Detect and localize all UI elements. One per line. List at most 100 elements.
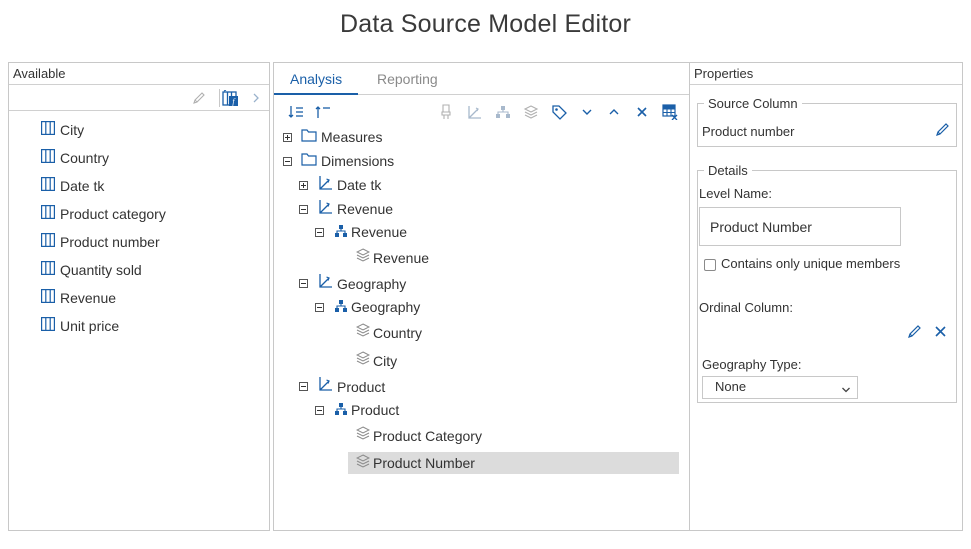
tree-node-label: Revenue xyxy=(373,250,430,266)
expand-icon[interactable] xyxy=(299,181,308,190)
tree-node-label: Country xyxy=(373,325,423,341)
sort-ascending-icon[interactable] xyxy=(287,103,305,121)
available-field-list: City Country Date tk Product category Pr… xyxy=(9,111,269,340)
unique-members-label: Contains only unique members xyxy=(721,256,901,271)
level-icon xyxy=(355,454,372,470)
field-label: Quantity sold xyxy=(60,262,142,278)
source-column-group: Source Column xyxy=(697,96,957,147)
move-up-icon[interactable] xyxy=(605,103,623,121)
hierarchy-icon xyxy=(334,224,350,240)
tree-node-label: City xyxy=(373,353,398,369)
collapse-icon[interactable] xyxy=(299,382,308,391)
tab-bar: Analysis Reporting xyxy=(274,63,713,95)
properties-panel: Properties Source Column Product number … xyxy=(689,62,963,531)
level-icon xyxy=(355,351,372,367)
unique-members-checkbox[interactable] xyxy=(704,259,716,271)
collapse-icon[interactable] xyxy=(299,279,308,288)
level-icon xyxy=(355,323,372,339)
tree-toolbar xyxy=(274,95,713,127)
collapse-icon[interactable] xyxy=(315,406,324,415)
list-item[interactable]: Country xyxy=(9,144,269,172)
edit-ordinal-column-icon[interactable] xyxy=(907,324,923,340)
collapse-icon[interactable] xyxy=(315,303,324,312)
column-icon xyxy=(41,177,56,192)
collapse-icon[interactable] xyxy=(283,157,292,166)
available-toolbar: f xyxy=(9,85,269,111)
add-measure-icon[interactable] xyxy=(437,103,455,121)
calculated-column-icon[interactable]: f xyxy=(221,89,239,107)
edit-source-column-icon[interactable] xyxy=(935,122,951,138)
hierarchy-icon xyxy=(334,402,350,418)
column-icon xyxy=(41,289,56,304)
tree-node-label: Dimensions xyxy=(321,153,395,169)
dimension-icon xyxy=(317,175,333,191)
toolbar-separator xyxy=(219,89,220,107)
add-hierarchy-icon[interactable] xyxy=(494,103,512,121)
list-item[interactable]: City xyxy=(9,116,269,144)
tab-analysis[interactable]: Analysis xyxy=(274,63,359,95)
field-label: Country xyxy=(60,150,110,166)
list-item[interactable]: Product number xyxy=(9,228,269,256)
clear-table-icon[interactable] xyxy=(661,103,679,121)
sort-descending-icon[interactable] xyxy=(314,103,332,121)
tab-reporting[interactable]: Reporting xyxy=(361,63,454,95)
column-icon xyxy=(41,205,56,220)
level-icon xyxy=(355,248,372,264)
list-item[interactable]: Revenue xyxy=(9,284,269,312)
add-dimension-icon[interactable] xyxy=(465,103,483,121)
dimension-icon xyxy=(317,376,333,392)
tree-node-label: Geography xyxy=(351,299,421,315)
chevron-down-icon xyxy=(841,381,851,401)
chevron-right-icon[interactable] xyxy=(249,89,263,107)
list-item[interactable]: Product category xyxy=(9,200,269,228)
analysis-panel: Analysis Reporting Measures Dimensions D… xyxy=(273,62,714,531)
list-item[interactable]: Unit price xyxy=(9,312,269,340)
available-panel: Available f City Country Date tk Product… xyxy=(8,62,270,531)
tree-node-label: Geography xyxy=(337,276,407,292)
list-item[interactable]: Quantity sold xyxy=(9,256,269,284)
level-icon xyxy=(355,426,372,442)
geography-type-select[interactable]: None xyxy=(702,376,858,399)
ordinal-column-label: Ordinal Column: xyxy=(699,300,793,315)
level-name-input[interactable] xyxy=(699,207,901,246)
column-icon xyxy=(41,317,56,332)
geography-type-value: None xyxy=(715,379,747,394)
delete-icon[interactable] xyxy=(633,103,651,121)
collapse-icon[interactable] xyxy=(299,205,308,214)
source-column-value: Product number xyxy=(702,124,795,139)
clear-ordinal-column-icon[interactable] xyxy=(934,325,950,341)
source-column-legend: Source Column xyxy=(708,96,798,111)
field-label: City xyxy=(60,122,85,138)
tree-node-label: Product xyxy=(337,379,386,395)
tag-icon[interactable] xyxy=(550,103,568,121)
folder-icon xyxy=(301,128,317,144)
add-level-icon[interactable] xyxy=(522,103,540,121)
tree-node-label: Product Number xyxy=(373,455,475,471)
column-icon xyxy=(41,261,56,276)
tree-node-label: Product xyxy=(351,402,400,418)
properties-header: Properties xyxy=(690,63,962,85)
move-down-icon[interactable] xyxy=(578,103,596,121)
column-icon xyxy=(41,121,56,136)
dimension-icon xyxy=(317,199,333,215)
tree-node-label: Measures xyxy=(321,129,383,145)
column-icon xyxy=(41,149,56,164)
field-label: Product category xyxy=(60,206,166,222)
expand-icon[interactable] xyxy=(283,133,292,142)
edit-icon[interactable] xyxy=(191,89,207,107)
column-icon xyxy=(41,233,56,248)
available-header: Available xyxy=(9,63,269,85)
tree-node-label: Revenue xyxy=(337,201,394,217)
folder-icon xyxy=(301,152,317,168)
dimension-icon xyxy=(317,273,333,289)
tree-node-label: Date tk xyxy=(337,177,382,193)
list-item[interactable]: Date tk xyxy=(9,172,269,200)
tree-node-label: Revenue xyxy=(351,224,408,240)
tree-node-product-number-level[interactable]: Product Number xyxy=(348,452,679,474)
field-label: Product number xyxy=(60,234,160,250)
level-name-label: Level Name: xyxy=(699,186,772,201)
field-label: Unit price xyxy=(60,318,120,334)
hierarchy-icon xyxy=(334,299,350,315)
collapse-icon[interactable] xyxy=(315,228,324,237)
details-legend: Details xyxy=(708,163,748,178)
